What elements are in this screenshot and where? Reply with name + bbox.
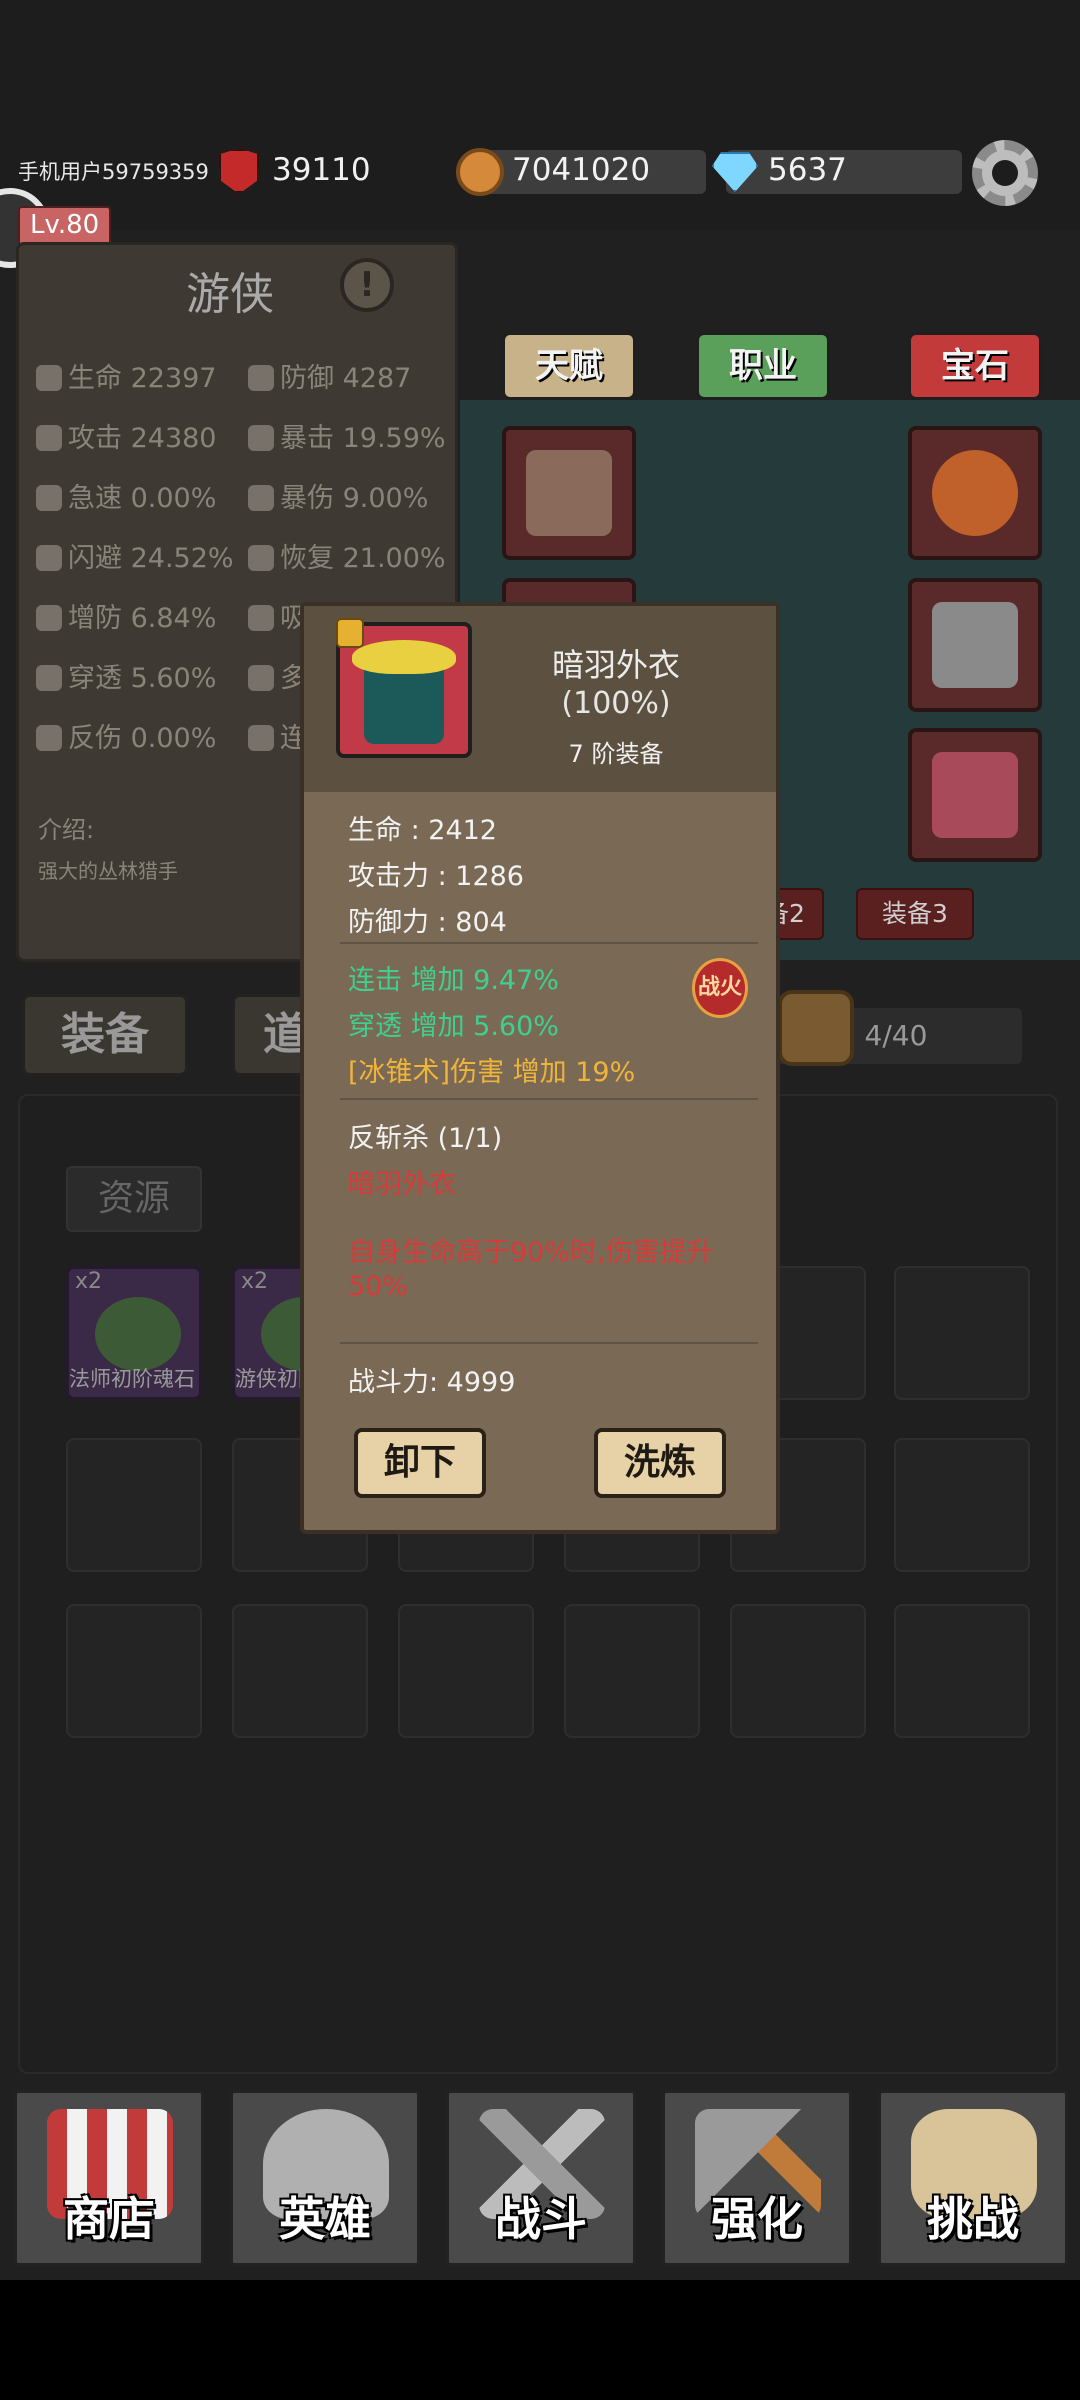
inventory-slot[interactable] — [894, 1438, 1030, 1572]
equip-slot-helmet[interactable] — [502, 426, 636, 560]
item-tier: 7 阶装备 — [568, 740, 664, 768]
stat-haste: 急速 0.00% — [36, 476, 216, 515]
stat-defense: 防御 4287 — [248, 356, 411, 395]
unequip-button[interactable]: 卸下 — [354, 1428, 486, 1498]
item-name: 法师初阶魂石 — [69, 1367, 195, 1391]
stat-pierce: 穿透 5.60% — [36, 656, 216, 695]
pierce-icon — [36, 665, 62, 691]
stat-defense-up: 增防 6.84% — [36, 596, 216, 635]
soulstone-icon — [95, 1297, 181, 1371]
defense-up-icon — [36, 605, 62, 631]
equipment-tab[interactable]: 装备 — [22, 994, 188, 1076]
inventory-slot[interactable] — [894, 1604, 1030, 1738]
ring-icon — [932, 450, 1018, 536]
skill-bonus: [冰锥术]伤害 增加 19% — [348, 1057, 636, 1088]
feather-coat-hat — [352, 640, 456, 674]
hat-icon — [526, 450, 612, 536]
stat-recover: 恢复 21.00% — [248, 536, 446, 575]
item-stat: 生命 : 2412 — [348, 815, 497, 846]
set-effect: 自身生命高于90%时,伤害提升50% — [348, 1237, 714, 1302]
item-stat: 攻击力 : 1286 — [348, 861, 524, 892]
stat-crit: 暴击 19.59% — [248, 416, 446, 455]
system-bar — [0, 2280, 1080, 2400]
username: 手机用户59759359 — [18, 160, 209, 184]
equip-slot-gloves[interactable] — [908, 578, 1042, 712]
refine-button[interactable]: 洗炼 — [594, 1428, 726, 1498]
item-quality: (100%) — [561, 686, 671, 721]
gloves-icon — [932, 602, 1018, 688]
bag-icon — [778, 990, 854, 1066]
clover-icon — [248, 665, 274, 691]
equip-slot-weapon[interactable] — [908, 728, 1042, 862]
shield-icon — [248, 365, 274, 391]
inventory-slot[interactable] — [398, 1604, 534, 1738]
item-stat: 防御力 : 804 — [348, 907, 507, 938]
lifesteal-icon — [248, 605, 274, 631]
heart-icon — [36, 365, 62, 391]
stat-hp: 生命 22397 — [36, 356, 216, 395]
nav-shop[interactable]: 商店 — [14, 2090, 204, 2266]
stat-dodge: 闪避 24.52% — [36, 536, 234, 575]
power-value: 39110 — [272, 152, 371, 188]
hero-class-name: 游侠 — [186, 269, 274, 320]
gem-button[interactable]: 宝石 — [908, 332, 1042, 400]
settings-gear-hole — [992, 160, 1018, 186]
set-piece: 暗羽外衣 — [348, 1169, 456, 1200]
stat-lifesteal: 吸 — [248, 596, 307, 635]
sword-icon — [36, 425, 62, 451]
class-button[interactable]: 职业 — [696, 332, 830, 400]
stat-combo: 连 — [248, 716, 307, 755]
level-badge: Lv.80 — [18, 206, 112, 246]
combo-icon — [248, 725, 274, 751]
equip-set-3-tab[interactable]: 装备3 — [856, 888, 974, 940]
stat-thorns: 反伤 0.00% — [36, 716, 216, 755]
stat-crit-damage: 暴伤 9.00% — [248, 476, 428, 515]
recover-icon — [248, 545, 274, 571]
flame-icon — [248, 425, 274, 451]
top-bar — [0, 0, 1080, 230]
nav-battle[interactable]: 战斗 — [446, 2090, 636, 2266]
bonus-stat: 连击 增加 9.47% — [348, 965, 559, 996]
inventory-slot[interactable] — [66, 1604, 202, 1738]
intro-label: 介绍: — [38, 816, 95, 844]
divider — [340, 1098, 758, 1100]
nav-hero[interactable]: 英雄 — [230, 2090, 420, 2266]
gold-value: 7041020 — [512, 152, 651, 188]
talent-button[interactable]: 天赋 — [502, 332, 636, 400]
nav-challenge[interactable]: 挑战 — [878, 2090, 1068, 2266]
set-name: 反斩杀 (1/1) — [348, 1123, 503, 1154]
thorns-icon — [36, 725, 62, 751]
inventory-slot[interactable] — [894, 1266, 1030, 1400]
war-fire-icon: 战火 — [692, 958, 748, 1018]
diamond-value: 5637 — [768, 152, 847, 188]
inventory-slot[interactable] — [66, 1438, 202, 1572]
inventory-item[interactable]: x2 法师初阶魂石 — [66, 1266, 202, 1400]
item-name: 暗羽外衣 — [551, 646, 680, 684]
equip-slot-ring[interactable] — [908, 426, 1042, 560]
item-power: 战斗力: 4999 — [348, 1367, 516, 1398]
item-count: x2 — [75, 1269, 103, 1294]
speed-icon — [36, 485, 62, 511]
resources-tab[interactable]: 资源 — [66, 1166, 202, 1232]
bonus-stat: 穿透 增加 5.60% — [348, 1011, 559, 1042]
lock-icon[interactable] — [336, 618, 364, 648]
divider — [340, 1342, 758, 1344]
gold-coin-icon — [456, 148, 504, 196]
inventory-slot[interactable] — [730, 1604, 866, 1738]
nav-enhance[interactable]: 强化 — [662, 2090, 852, 2266]
info-icon[interactable]: ! — [340, 258, 394, 312]
crit-damage-icon — [248, 485, 274, 511]
stat-multi: 多 — [248, 656, 307, 695]
dagger-icon — [932, 752, 1018, 838]
intro-text: 强大的丛林猎手 — [38, 859, 178, 883]
item-count: x2 — [241, 1269, 269, 1294]
dodge-icon — [36, 545, 62, 571]
stat-attack: 攻击 24380 — [36, 416, 216, 455]
inventory-slot[interactable] — [564, 1604, 700, 1738]
inventory-slot[interactable] — [232, 1604, 368, 1738]
divider — [340, 942, 758, 944]
